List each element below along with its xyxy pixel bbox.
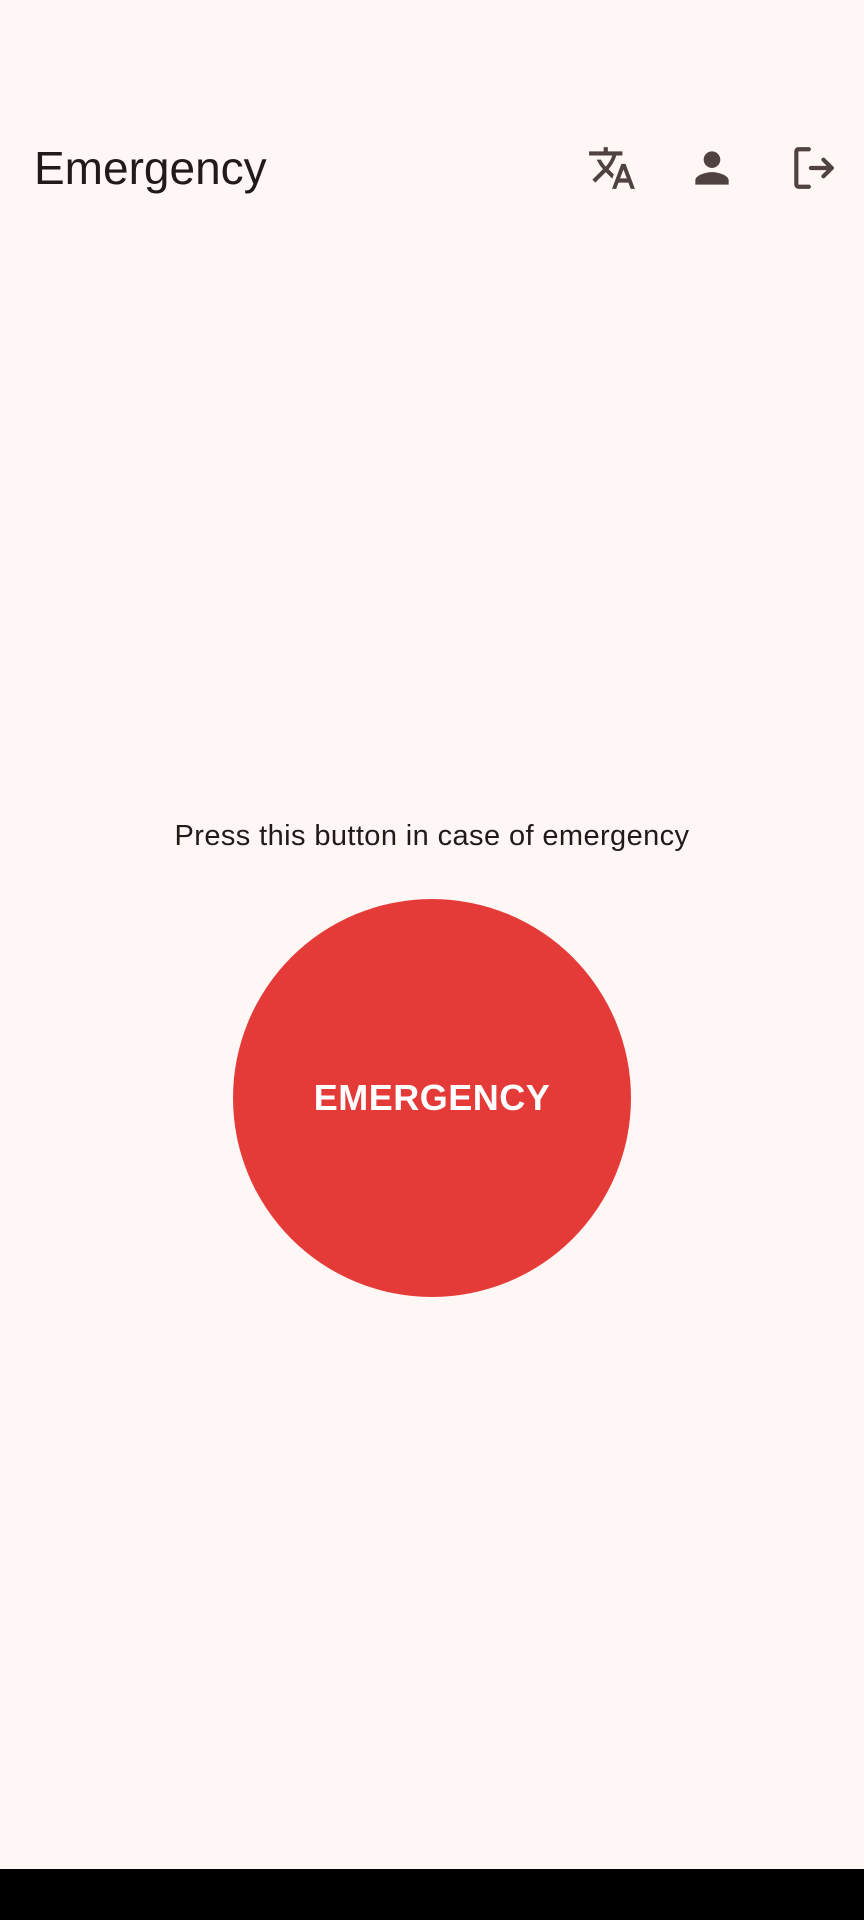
- person-icon: [695, 151, 729, 185]
- profile-button[interactable]: [674, 130, 750, 206]
- logout-button[interactable]: [775, 130, 851, 206]
- translate-icon: [589, 147, 635, 189]
- app-bar: Emergency: [0, 104, 864, 232]
- emergency-instruction: Press this button in case of emergency: [174, 820, 690, 852]
- system-navigation-bar: [0, 1869, 864, 1920]
- translate-button[interactable]: [574, 130, 650, 206]
- logout-icon: [794, 147, 834, 189]
- page-title: Emergency: [34, 142, 267, 194]
- emergency-button[interactable]: EMERGENCY: [233, 899, 631, 1297]
